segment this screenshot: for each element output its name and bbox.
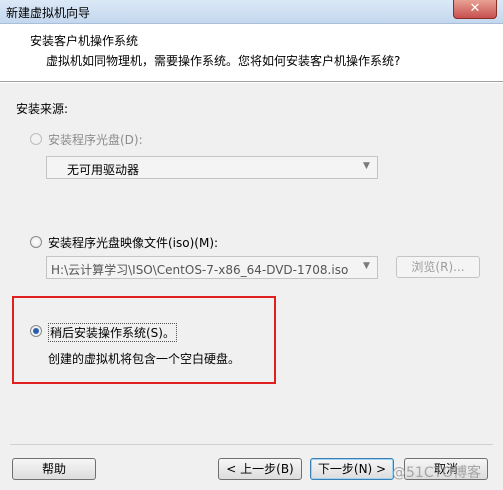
iso-path-value: H:\云计算学习\ISO\CentOS-7-x86_64-DVD-1708.is… <box>51 263 349 277</box>
iso-radio-label: 安装程序光盘映像文件(iso)(M): <box>48 236 219 250</box>
back-button[interactable]: < 上一步(B) <box>218 458 302 480</box>
page-title: 安装客户机操作系统 <box>30 34 139 48</box>
window-title: 新建虚拟机向导 <box>6 6 91 20</box>
help-button[interactable]: 帮助 <box>12 458 96 480</box>
drive-select-value: 无可用驱动器 <box>67 163 140 177</box>
chevron-down-icon: ▼ <box>363 261 370 271</box>
iso-radio[interactable] <box>30 236 42 248</box>
divider <box>10 444 493 445</box>
install-source-label: 安装来源: <box>16 102 69 116</box>
disc-radio-label: 安装程序光盘(D): <box>48 133 143 147</box>
next-button[interactable]: 下一步(N) > <box>310 458 394 480</box>
page-subtitle: 虚拟机如同物理机，需要操作系统。您将如何安装客户机操作系统? <box>46 54 401 68</box>
chevron-down-icon: ▼ <box>363 161 370 171</box>
browse-button[interactable]: 浏览(R)... <box>396 256 480 278</box>
drive-select[interactable]: 无可用驱动器 ▼ <box>46 156 378 179</box>
watermark: @51CTO博客 <box>392 465 482 481</box>
install-later-label: 稍后安装操作系统(S)。 <box>48 323 177 342</box>
install-later-description: 创建的虚拟机将包含一个空白硬盘。 <box>48 352 241 366</box>
close-button[interactable]: ✕ <box>453 0 497 19</box>
iso-path-select[interactable]: H:\云计算学习\ISO\CentOS-7-x86_64-DVD-1708.is… <box>46 256 378 279</box>
disc-radio[interactable] <box>30 133 42 145</box>
install-later-radio[interactable] <box>30 325 42 337</box>
